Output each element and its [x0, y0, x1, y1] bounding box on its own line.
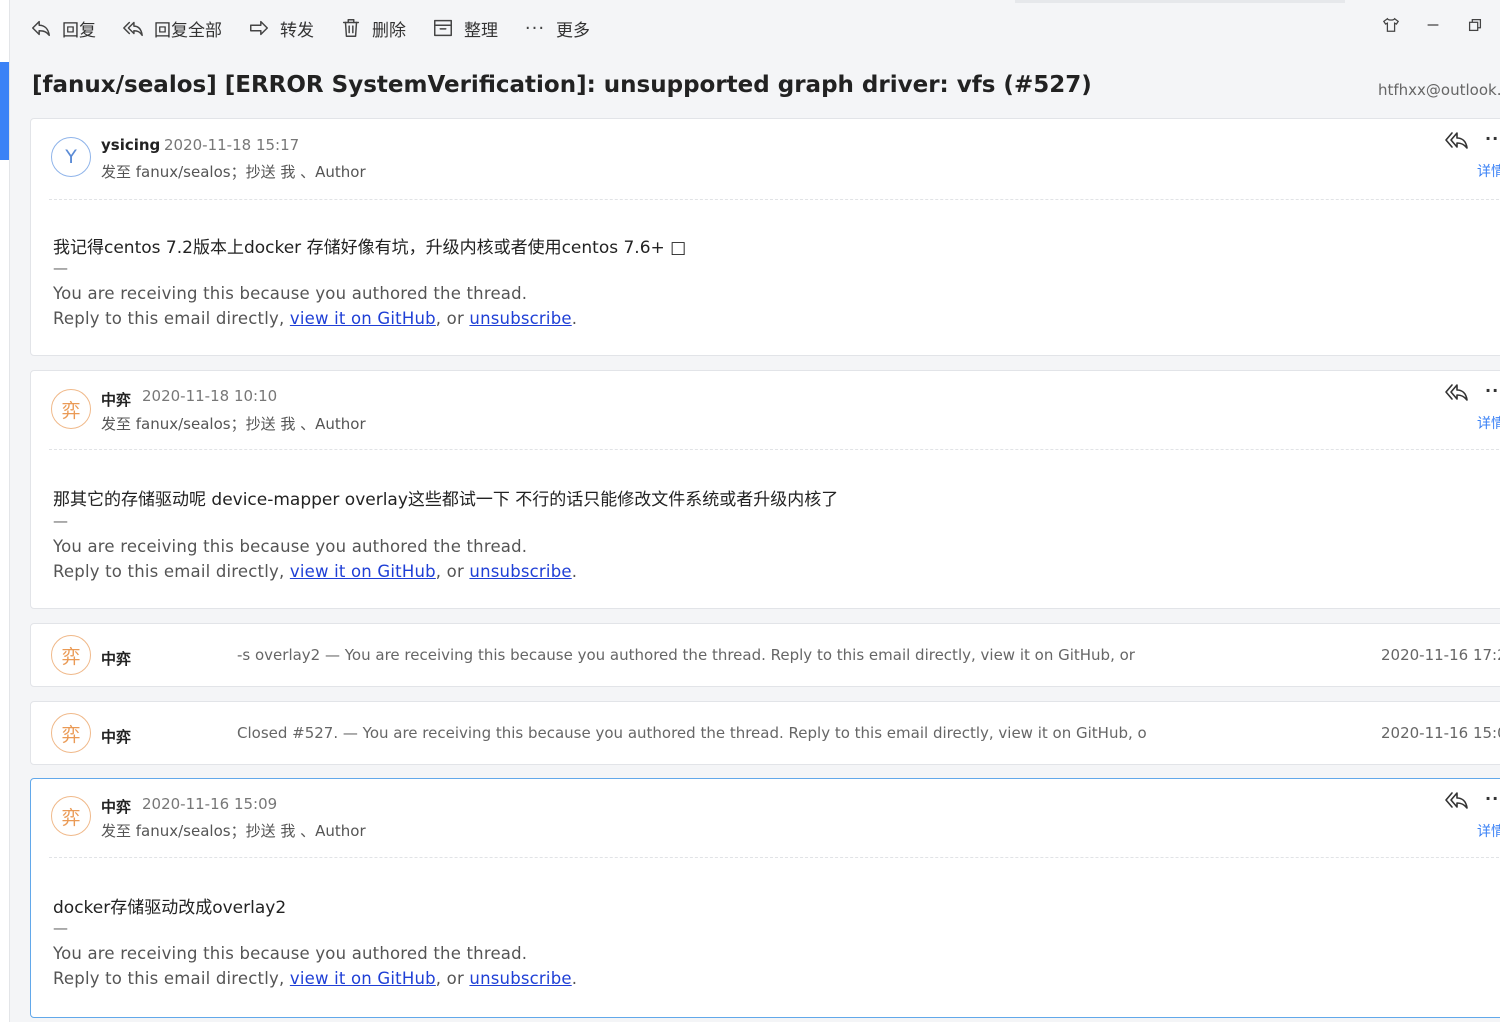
more-options-icon[interactable]: ··· [1485, 129, 1500, 148]
message-date: 2020-11-18 15:17 [164, 136, 300, 154]
more-options-icon[interactable]: ··· [1485, 789, 1500, 808]
footer-links: Reply to this email directly, view it on… [53, 969, 577, 988]
footer-mid: , or [435, 969, 470, 988]
view-on-github-link[interactable]: view it on GitHub [290, 309, 436, 328]
message-date: 2020-11-16 15:09 [142, 795, 278, 813]
message-date: 2020-11-18 10:10 [142, 387, 278, 405]
body-separator: — [53, 512, 68, 530]
trash-icon [340, 17, 362, 39]
reply-all-icon[interactable] [1443, 381, 1469, 403]
reply-all-button[interactable]: 回复全部 [122, 16, 222, 41]
footer-end: . [571, 309, 578, 328]
top-search-strip [1015, 0, 1345, 3]
recipients-line: 发至 fanux/sealos；抄送 我 、Author [101, 163, 366, 181]
details-link[interactable]: 详情 [1477, 161, 1500, 181]
footer-notice: You are receiving this because you autho… [53, 537, 528, 556]
more-options-icon[interactable]: ··· [1485, 381, 1500, 400]
mail-toolbar: 回复 回复全部 转发 删除 整理 ··· 更多 [30, 14, 616, 42]
ellipsis-icon: ··· [524, 17, 546, 39]
message-date: 2020-11-16 15:09 [1381, 724, 1500, 742]
sender-name: 中弈 [101, 650, 132, 668]
body-separator: — [53, 919, 68, 937]
message-preview: Closed #527. — You are receiving this be… [237, 724, 1147, 742]
avatar: Y [51, 137, 91, 177]
footer-prefix: Reply to this email directly, [53, 309, 290, 328]
message-body: 那其它的存储驱动呢 device-mapper overlay这些都试一下 不行… [53, 490, 839, 510]
footer-notice: You are receiving this because you autho… [53, 944, 528, 963]
details-link[interactable]: 详情 [1477, 413, 1500, 433]
reply-button[interactable]: 回复 [30, 16, 96, 41]
sender-name[interactable]: 中弈 [101, 796, 131, 817]
avatar: 弈 [51, 635, 91, 675]
skin-button[interactable] [1380, 14, 1402, 36]
more-label: 更多 [556, 20, 590, 41]
unsubscribe-link[interactable]: unsubscribe [469, 309, 571, 328]
footer-notice: You are receiving this because you autho… [53, 284, 528, 303]
footer-links: Reply to this email directly, view it on… [53, 309, 577, 328]
message-body: docker存储驱动改成overlay2 [53, 898, 287, 918]
message-card-collapsed[interactable]: 弈 中弈 -s overlay2 — You are receiving thi… [30, 623, 1500, 687]
message-card-expanded[interactable]: 弈 中弈 2020-11-18 10:10 发至 fanux/sealos；抄送… [30, 370, 1500, 609]
reply-all-label: 回复全部 [154, 20, 222, 41]
footer-prefix: Reply to this email directly, [53, 969, 290, 988]
organize-button[interactable]: 整理 [432, 16, 498, 41]
recipients-line: 发至 fanux/sealos；抄送 我 、Author [101, 415, 366, 433]
delete-label: 删除 [372, 20, 406, 41]
reply-all-icon [122, 17, 144, 39]
forward-button[interactable]: 转发 [248, 16, 314, 41]
avatar: 弈 [51, 713, 91, 753]
message-card-selected[interactable]: 弈 中弈 2020-11-16 15:09 发至 fanux/sealos；抄送… [30, 778, 1500, 1018]
restore-icon [1468, 18, 1482, 32]
details-link[interactable]: 详情 [1477, 821, 1500, 841]
forward-icon [248, 17, 270, 39]
archive-icon [432, 17, 454, 39]
window-controls [1360, 14, 1486, 36]
sender-name[interactable]: ysicing [101, 136, 160, 154]
footer-prefix: Reply to this email directly, [53, 562, 290, 581]
message-date: 2020-11-16 17:27 [1381, 646, 1500, 664]
selection-indicator [0, 62, 9, 160]
divider [49, 857, 1500, 858]
delete-button[interactable]: 删除 [340, 16, 406, 41]
avatar: 弈 [51, 389, 91, 429]
footer-links: Reply to this email directly, view it on… [53, 562, 577, 581]
body-separator: — [53, 259, 68, 277]
account-email: htfhxx@outlook.c [1378, 81, 1500, 99]
footer-end: . [571, 562, 578, 581]
view-on-github-link[interactable]: view it on GitHub [290, 969, 436, 988]
organize-label: 整理 [464, 20, 498, 41]
unsubscribe-link[interactable]: unsubscribe [469, 969, 571, 988]
footer-mid: , or [435, 309, 470, 328]
more-button[interactable]: ··· 更多 [524, 16, 590, 41]
divider [49, 199, 1500, 200]
message-preview: -s overlay2 — You are receiving this bec… [237, 646, 1135, 664]
message-body: 我记得centos 7.2版本上docker 存储好像有坑，升级内核或者使用ce… [53, 238, 687, 258]
tshirt-icon [1382, 17, 1400, 32]
reply-all-icon[interactable] [1443, 789, 1469, 811]
minimize-button[interactable] [1422, 14, 1444, 36]
divider [49, 449, 1500, 450]
footer-mid: , or [435, 562, 470, 581]
reply-label: 回复 [62, 20, 96, 41]
message-card-collapsed[interactable]: 弈 中弈 Closed #527. — You are receiving th… [30, 701, 1500, 765]
message-card-expanded[interactable]: Y ysicing 2020-11-18 15:17 发至 fanux/seal… [30, 118, 1500, 356]
restore-button[interactable] [1464, 14, 1486, 36]
recipients-line: 发至 fanux/sealos；抄送 我 、Author [101, 822, 366, 840]
forward-label: 转发 [280, 20, 314, 41]
minimize-icon [1427, 24, 1439, 26]
avatar: 弈 [51, 796, 91, 836]
reply-all-icon[interactable] [1443, 129, 1469, 151]
footer-end: . [571, 969, 578, 988]
view-on-github-link[interactable]: view it on GitHub [290, 562, 436, 581]
reply-icon [30, 17, 52, 39]
sender-name[interactable]: 中弈 [101, 389, 131, 410]
email-subject: [fanux/sealos] [ERROR SystemVerification… [32, 72, 1092, 98]
unsubscribe-link[interactable]: unsubscribe [469, 562, 571, 581]
sender-name: 中弈 [101, 728, 132, 746]
